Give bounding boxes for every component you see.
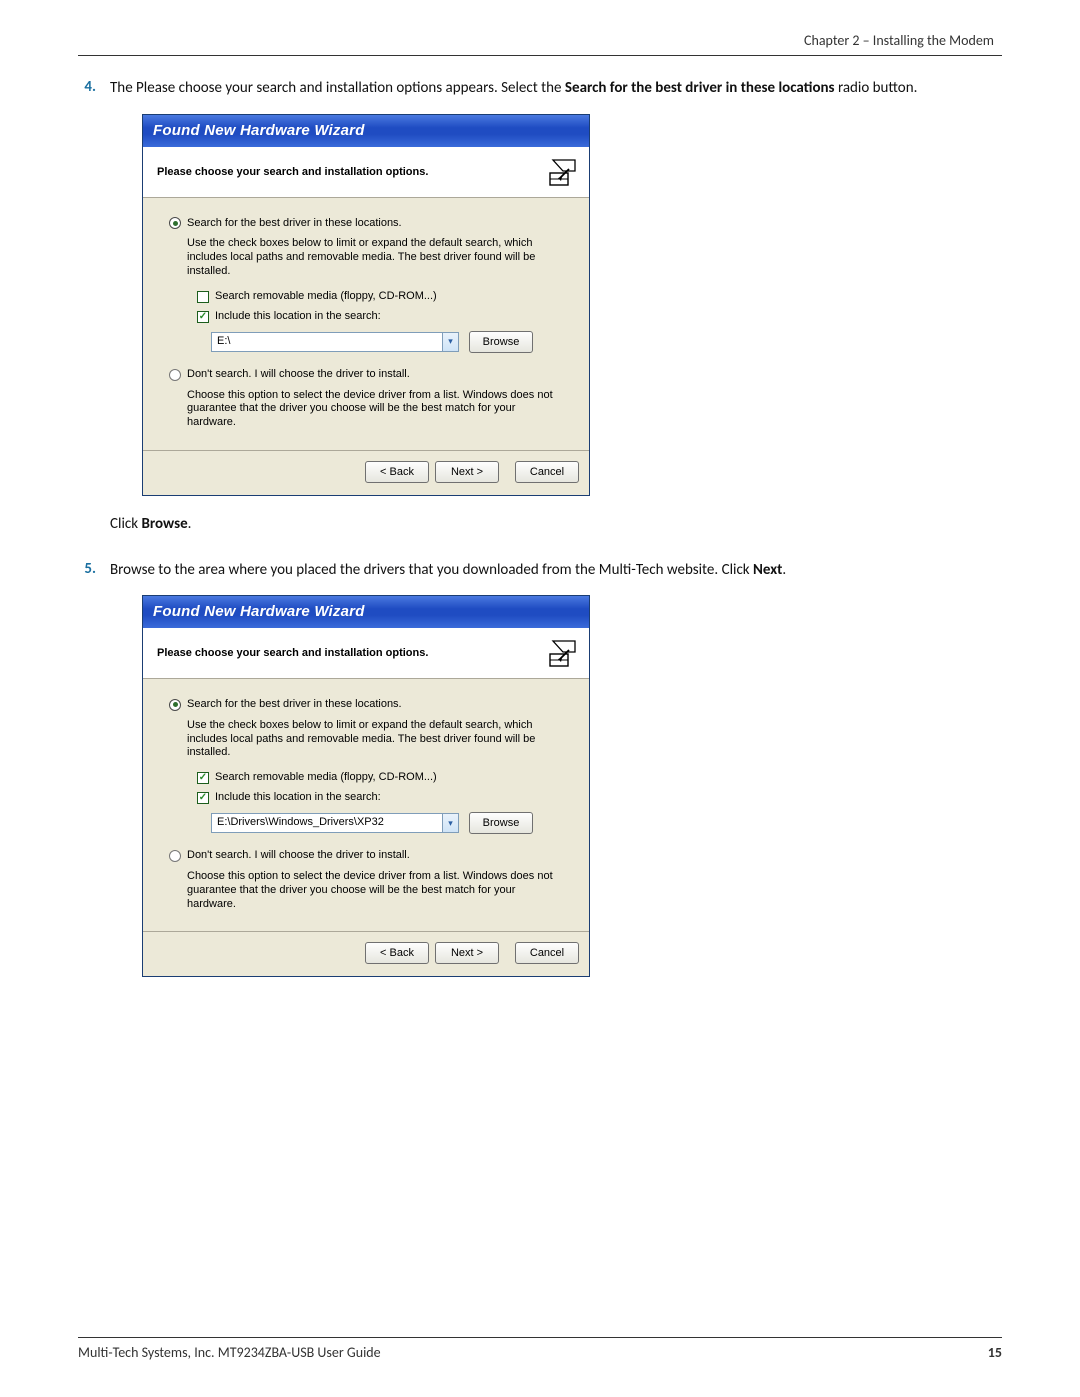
radio-label: Don't search. I will choose the driver t… [187, 848, 410, 864]
dialog-title: Found New Hardware Wizard [143, 115, 589, 147]
back-button[interactable]: < Back [365, 942, 429, 964]
wizard-dialog-2: Found New Hardware Wizard Please choose … [142, 595, 590, 977]
text-part: Click [110, 515, 141, 533]
location-combobox[interactable]: E:\Drivers\Windows_Drivers\XP32 ▾ [211, 813, 459, 833]
page-number: 15 [988, 1344, 1002, 1361]
instruction-click-browse: Click Browse. [110, 514, 1002, 536]
dialog-body: Search for the best driver in these loca… [143, 198, 589, 450]
checkbox-icon [197, 311, 209, 323]
dialog-header: Please choose your search and installati… [143, 147, 589, 198]
checkbox-include-location[interactable]: Include this location in the search: [197, 309, 563, 325]
location-input[interactable]: E:\Drivers\Windows_Drivers\XP32 [212, 815, 442, 831]
footer-rule [78, 1337, 1002, 1338]
checkbox-icon [197, 792, 209, 804]
radio-icon [169, 217, 181, 229]
option-description: Choose this option to select the device … [187, 389, 563, 430]
page-header: Chapter 2 – Installing the Modem [78, 32, 1002, 55]
step-text: The Please choose your search and instal… [110, 78, 1002, 550]
radio-icon [169, 699, 181, 711]
spacer [505, 942, 509, 964]
radio-dont-search[interactable]: Don't search. I will choose the driver t… [169, 848, 563, 864]
radio-dont-search[interactable]: Don't search. I will choose the driver t… [169, 367, 563, 383]
radio-search-best[interactable]: Search for the best driver in these loca… [169, 697, 563, 713]
location-row: E:\ ▾ Browse [211, 331, 563, 353]
dialog-subtitle: Please choose your search and installati… [157, 646, 537, 662]
dialog-subtitle: Please choose your search and installati… [157, 165, 537, 181]
text-bold: Search for the best driver in these loca… [565, 79, 835, 97]
chevron-down-icon[interactable]: ▾ [442, 333, 458, 351]
cancel-button[interactable]: Cancel [515, 942, 579, 964]
step-text: Browse to the area where you placed the … [110, 560, 1002, 996]
location-row: E:\Drivers\Windows_Drivers\XP32 ▾ Browse [211, 812, 563, 834]
radio-search-best[interactable]: Search for the best driver in these loca… [169, 216, 563, 232]
radio-label: Search for the best driver in these loca… [187, 697, 402, 713]
step-5: 5. Browse to the area where you placed t… [78, 560, 1002, 996]
checkbox-label: Search removable media (floppy, CD-ROM..… [215, 770, 437, 786]
checkbox-icon [197, 291, 209, 303]
browse-button[interactable]: Browse [469, 331, 533, 353]
footer-guide-title: Multi-Tech Systems, Inc. MT9234ZBA-USB U… [78, 1344, 381, 1361]
checkbox-icon [197, 772, 209, 784]
text-part: . [782, 561, 786, 579]
checkbox-removable-media[interactable]: Search removable media (floppy, CD-ROM..… [197, 770, 563, 786]
spacer [505, 461, 509, 483]
option-description: Choose this option to select the device … [187, 870, 563, 911]
dialog-header: Please choose your search and installati… [143, 628, 589, 679]
text-bold: Browse [141, 515, 187, 533]
chevron-down-icon[interactable]: ▾ [442, 814, 458, 832]
checkbox-removable-media[interactable]: Search removable media (floppy, CD-ROM..… [197, 289, 563, 305]
back-button[interactable]: < Back [365, 461, 429, 483]
text-part: Browse to the area where you placed the … [110, 561, 753, 579]
option-description: Use the check boxes below to limit or ex… [187, 719, 563, 760]
text-part: radio button. [835, 79, 918, 97]
checkbox-label: Include this location in the search: [215, 790, 381, 806]
step-number: 4. [78, 78, 96, 550]
option-description: Use the check boxes below to limit or ex… [187, 237, 563, 278]
wizard-icon [547, 157, 579, 189]
checkbox-label: Search removable media (floppy, CD-ROM..… [215, 289, 437, 305]
wizard-dialog-1: Found New Hardware Wizard Please choose … [142, 114, 590, 496]
browse-button[interactable]: Browse [469, 812, 533, 834]
wizard-icon [547, 638, 579, 670]
cancel-button[interactable]: Cancel [515, 461, 579, 483]
location-combobox[interactable]: E:\ ▾ [211, 332, 459, 352]
dialog-footer: < Back Next > Cancel [143, 931, 589, 976]
dialog-footer: < Back Next > Cancel [143, 450, 589, 495]
checkbox-label: Include this location in the search: [215, 309, 381, 325]
text-part: . [188, 515, 192, 533]
page-footer: Multi-Tech Systems, Inc. MT9234ZBA-USB U… [78, 1337, 1002, 1361]
header-rule [78, 55, 1002, 56]
location-input[interactable]: E:\ [212, 334, 442, 350]
dialog-title: Found New Hardware Wizard [143, 596, 589, 628]
dialog-body: Search for the best driver in these loca… [143, 679, 589, 931]
text-bold: Next [753, 561, 782, 579]
step-number: 5. [78, 560, 96, 996]
step-4: 4. The Please choose your search and ins… [78, 78, 1002, 550]
radio-label: Don't search. I will choose the driver t… [187, 367, 410, 383]
radio-icon [169, 850, 181, 862]
next-button[interactable]: Next > [435, 461, 499, 483]
radio-label: Search for the best driver in these loca… [187, 216, 402, 232]
checkbox-include-location[interactable]: Include this location in the search: [197, 790, 563, 806]
radio-icon [169, 369, 181, 381]
next-button[interactable]: Next > [435, 942, 499, 964]
text-part: The Please choose your search and instal… [110, 79, 565, 97]
